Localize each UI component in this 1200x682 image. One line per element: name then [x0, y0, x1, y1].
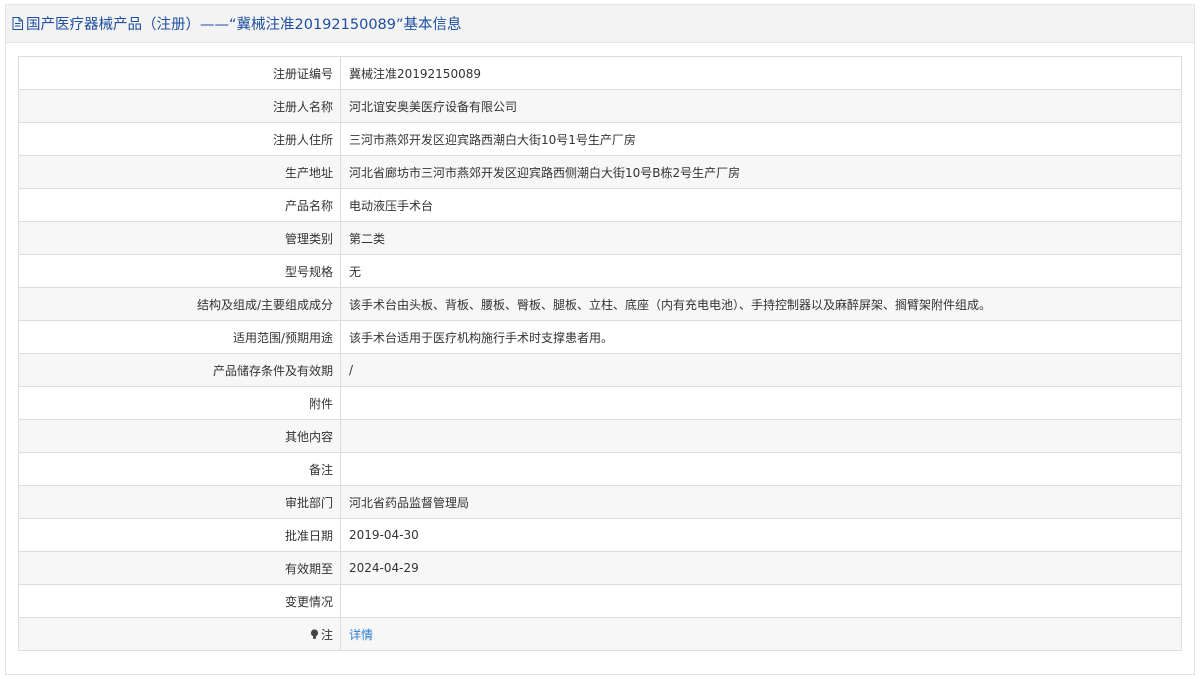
field-label: 注册人名称 [18, 89, 341, 123]
field-value: 冀械注准20192150089 [340, 56, 1182, 90]
field-value [340, 386, 1182, 420]
field-label: 审批部门 [18, 485, 341, 519]
document-icon [12, 17, 23, 30]
table-row: 有效期至 2024-04-29 [18, 551, 1182, 585]
field-label: 管理类别 [18, 221, 341, 255]
field-value: 电动液压手术台 [340, 188, 1182, 222]
table-row: 其他内容 [18, 419, 1182, 453]
field-value [340, 452, 1182, 486]
field-value: 2024-04-29 [340, 551, 1182, 585]
table-row: 产品名称 电动液压手术台 [18, 188, 1182, 222]
table-row: 生产地址 河北省廊坊市三河市燕郊开发区迎宾路西侧潮白大街10号B栋2号生产厂房 [18, 155, 1182, 189]
field-value: / [340, 353, 1182, 387]
field-label: 附件 [18, 386, 341, 420]
field-label: 变更情况 [18, 584, 341, 618]
field-value: 该手术台适用于医疗机构施行手术时支撑患者用。 [340, 320, 1182, 354]
field-label: 注册人住所 [18, 122, 341, 156]
field-label: 生产地址 [18, 155, 341, 189]
field-label: 有效期至 [18, 551, 341, 585]
details-link[interactable]: 详情 [349, 628, 373, 642]
table-row: 产品储存条件及有效期 / [18, 353, 1182, 387]
table-row: 注册证编号 冀械注准20192150089 [18, 56, 1182, 90]
info-table-body: 注册证编号 冀械注准20192150089 注册人名称 河北谊安奥美医疗设备有限公司注… [18, 56, 1182, 651]
field-value [340, 419, 1182, 453]
table-wrap: 注册证编号 冀械注准20192150089 注册人名称 河北谊安奥美医疗设备有限公司注… [6, 43, 1194, 651]
field-label: 产品储存条件及有效期 [18, 353, 341, 387]
note-value-cell: 详情 [340, 617, 1182, 651]
info-table: 注册证编号 冀械注准20192150089 注册人名称 河北谊安奥美医疗设备有限公司注… [18, 56, 1182, 651]
field-label: 结构及组成/主要组成成分 [18, 287, 341, 321]
table-row: 备注 [18, 452, 1182, 486]
field-label: 适用范围/预期用途 [18, 320, 341, 354]
field-value: 2019-04-30 [340, 518, 1182, 552]
table-row: 附件 [18, 386, 1182, 420]
field-label: 注册证编号 [18, 56, 341, 90]
field-value: 第二类 [340, 221, 1182, 255]
table-row: 适用范围/预期用途 该手术台适用于医疗机构施行手术时支撑患者用。 [18, 320, 1182, 354]
table-row: 注册人住所 三河市燕郊开发区迎宾路西潮白大街10号1号生产厂房 [18, 122, 1182, 156]
table-row: 注册人名称 河北谊安奥美医疗设备有限公司 [18, 89, 1182, 123]
page-title: 国产医疗器械产品（注册）——“冀械注准20192150089”基本信息 [26, 17, 462, 33]
field-label: 备注 [18, 452, 341, 486]
bulb-icon [310, 628, 319, 639]
field-label: 产品名称 [18, 188, 341, 222]
note-label: 注 [320, 627, 333, 642]
field-label: 型号规格 [18, 254, 341, 288]
table-row: 结构及组成/主要组成成分 该手术台由头板、背板、腰板、臀板、腿板、立柱、底座（内有… [18, 287, 1182, 321]
table-row: 管理类别 第二类 [18, 221, 1182, 255]
field-value: 河北谊安奥美医疗设备有限公司 [340, 89, 1182, 123]
field-value: 三河市燕郊开发区迎宾路西潮白大街10号1号生产厂房 [340, 122, 1182, 156]
field-value: 该手术台由头板、背板、腰板、臀板、腿板、立柱、底座（内有充电电池）、手持控制器以… [340, 287, 1182, 321]
table-row: 批准日期 2019-04-30 [18, 518, 1182, 552]
panel-header: 国产医疗器械产品（注册）——“冀械注准20192150089”基本信息 [6, 5, 1194, 43]
field-label: 其他内容 [18, 419, 341, 453]
field-value: 无 [340, 254, 1182, 288]
field-value: 河北省廊坊市三河市燕郊开发区迎宾路西侧潮白大街10号B栋2号生产厂房 [340, 155, 1182, 189]
table-row: 型号规格无 [18, 254, 1182, 288]
field-label: 批准日期 [18, 518, 341, 552]
field-value [340, 584, 1182, 618]
page: 国产医疗器械产品（注册）——“冀械注准20192150089”基本信息 注册证编… [0, 0, 1200, 682]
table-row: 审批部门 河北省药品监督管理局 [18, 485, 1182, 519]
field-value: 河北省药品监督管理局 [340, 485, 1182, 519]
note-row: 注 详情 [18, 617, 1182, 651]
table-row: 变更情况 [18, 584, 1182, 618]
note-label-cell: 注 [18, 617, 341, 651]
info-panel: 国产医疗器械产品（注册）——“冀械注准20192150089”基本信息 注册证编… [5, 4, 1195, 675]
